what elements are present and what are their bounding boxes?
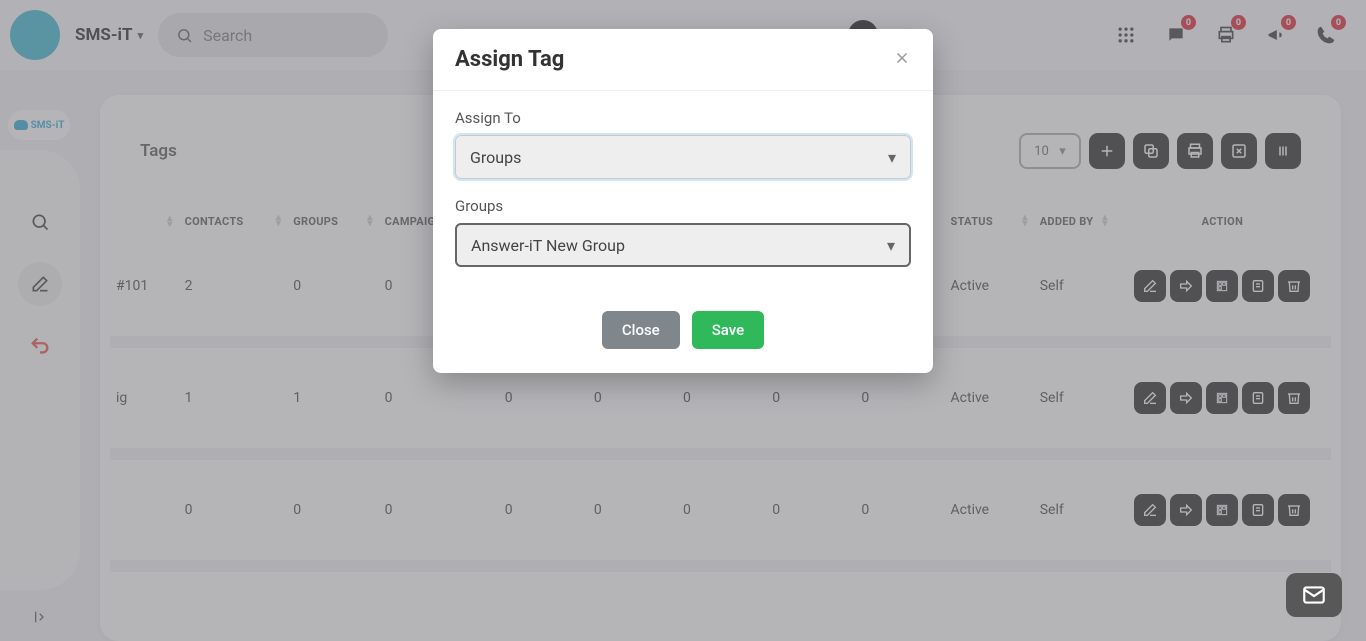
support-widget[interactable] — [1286, 573, 1342, 617]
groups-label: Groups — [455, 197, 911, 215]
groups-select[interactable]: Answer-iT New Group ▾ — [455, 223, 911, 267]
assign-to-value: Groups — [470, 148, 521, 167]
save-button[interactable]: Save — [692, 311, 764, 349]
chevron-down-icon: ▾ — [887, 236, 895, 255]
modal-header: Assign Tag — [433, 29, 933, 91]
modal-close-button[interactable] — [893, 48, 911, 72]
close-icon — [893, 49, 911, 67]
assign-tag-modal: Assign Tag Assign To Groups ▾ Groups Ans… — [433, 29, 933, 373]
assign-to-select[interactable]: Groups ▾ — [455, 135, 911, 179]
modal-footer: Close Save — [433, 289, 933, 373]
mail-icon — [1301, 582, 1327, 608]
close-button[interactable]: Close — [602, 311, 680, 349]
chevron-down-icon: ▾ — [888, 148, 896, 167]
modal-title: Assign Tag — [455, 47, 564, 72]
groups-value: Answer-iT New Group — [471, 236, 625, 255]
assign-to-label: Assign To — [455, 109, 911, 127]
